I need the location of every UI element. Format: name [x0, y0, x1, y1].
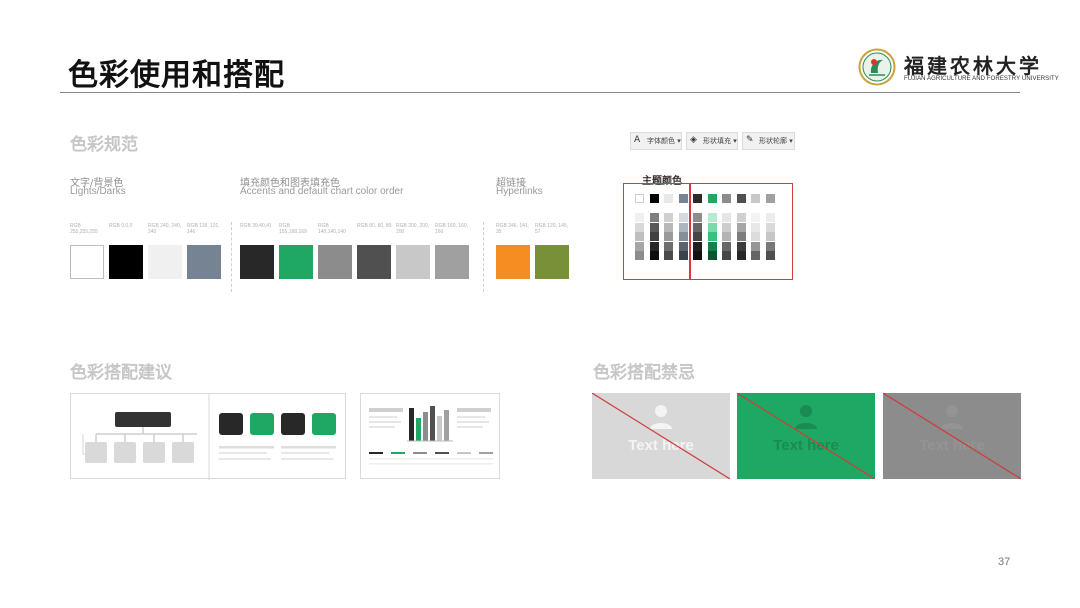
swatch-mid-gray — [318, 245, 352, 279]
swatch-label: RGB 155,168,169 — [279, 223, 307, 235]
group-lights-title-en: Lights/Darks — [70, 186, 126, 197]
shape-outline-button[interactable]: ✎ 形状轮廓 ▾ — [742, 132, 795, 150]
swatch-orange — [496, 245, 530, 279]
swatch-label: RGB 200, 200, 200 — [396, 223, 430, 235]
shape-fill-label: 形状填充 ▾ — [703, 137, 737, 145]
recommend-example-bar-chart — [360, 393, 500, 479]
strike-through-line — [592, 393, 730, 479]
swatch-light-gray — [148, 245, 182, 279]
swatch-green — [279, 245, 313, 279]
group-accents-title-en: Accents and default chart color order — [240, 186, 404, 197]
bar-chart-illustration — [369, 406, 493, 465]
swatch-label: RGB 39,40,41 — [240, 223, 272, 229]
forbidden-heading: 色彩搭配禁忌 — [593, 363, 695, 383]
page-number: 37 — [998, 556, 1011, 568]
swatch-charcoal — [240, 245, 274, 279]
swatch-slate — [187, 245, 221, 279]
swatch-black — [109, 245, 143, 279]
swatch-label: RGB 80, 80, 80 — [357, 223, 392, 229]
group-divider — [231, 222, 232, 292]
group-divider — [483, 222, 484, 292]
swatch-dark-gray — [357, 245, 391, 279]
title-divider — [60, 92, 1020, 93]
palette-heading: 色彩规范 — [70, 135, 138, 155]
logo-name-cn: 福建农林大学 — [904, 54, 1042, 78]
page-title: 色彩使用和搭配 — [68, 58, 285, 93]
swatch-label: RGB 118, 131, 146 — [187, 223, 220, 235]
group-hyperlinks-title-en: Hyperlinks — [496, 186, 543, 197]
swatch-label: RGB 160, 160, 160 — [435, 223, 469, 235]
swatch-label: RGB 140,140,140 — [318, 223, 346, 235]
forbidden-example-green: Text here — [737, 393, 875, 479]
swatch-label: RGB 255,255,255 — [70, 223, 98, 235]
swatch-white — [70, 245, 104, 279]
highlight-box-base-colors — [623, 183, 690, 280]
highlight-box-accent-colors — [690, 183, 793, 280]
shape-fill-button[interactable]: ◈ 形状填充 ▾ — [686, 132, 738, 150]
swatch-olive — [535, 245, 569, 279]
flowchart-illustration — [82, 394, 336, 480]
strike-through-line — [883, 393, 1021, 479]
font-color-label: 字体颜色 ▾ — [647, 137, 681, 145]
shape-outline-label: 形状轮廓 ▾ — [759, 137, 793, 145]
pen-outline-icon: ✎ — [746, 135, 754, 145]
font-color-button[interactable]: A 字体颜色 ▾ — [630, 132, 682, 150]
fill-bucket-icon: ◈ — [690, 135, 697, 145]
swatch-label: RGB 246, 141, 35 — [496, 223, 530, 235]
font-color-icon: A — [634, 135, 641, 145]
swatch-label: RGB 0,0,0 — [109, 223, 133, 229]
swatch-gray — [435, 245, 469, 279]
forbidden-example-light-gray: Text here — [592, 393, 730, 479]
university-logo: 福建农林大学 FUJIAN AGRICULTURE AND FORESTRY U… — [858, 48, 1059, 88]
swatch-label: RGB 120, 145, 57 — [535, 223, 569, 235]
emblem-icon — [858, 48, 896, 86]
forbidden-example-mid-gray: Text here — [883, 393, 1021, 479]
logo-name-en: FUJIAN AGRICULTURE AND FORESTRY UNIVERSI… — [904, 76, 1059, 82]
recommend-heading: 色彩搭配建议 — [70, 363, 172, 383]
slide: 色彩使用和搭配 福建农林大学 FUJIAN AGRICULTURE AND FO… — [0, 0, 1080, 608]
recommend-example-flowchart — [70, 393, 346, 480]
swatch-silver — [396, 245, 430, 279]
swatch-label: RGB 240, 240, 240 — [148, 223, 182, 235]
strike-through-line — [737, 393, 875, 479]
